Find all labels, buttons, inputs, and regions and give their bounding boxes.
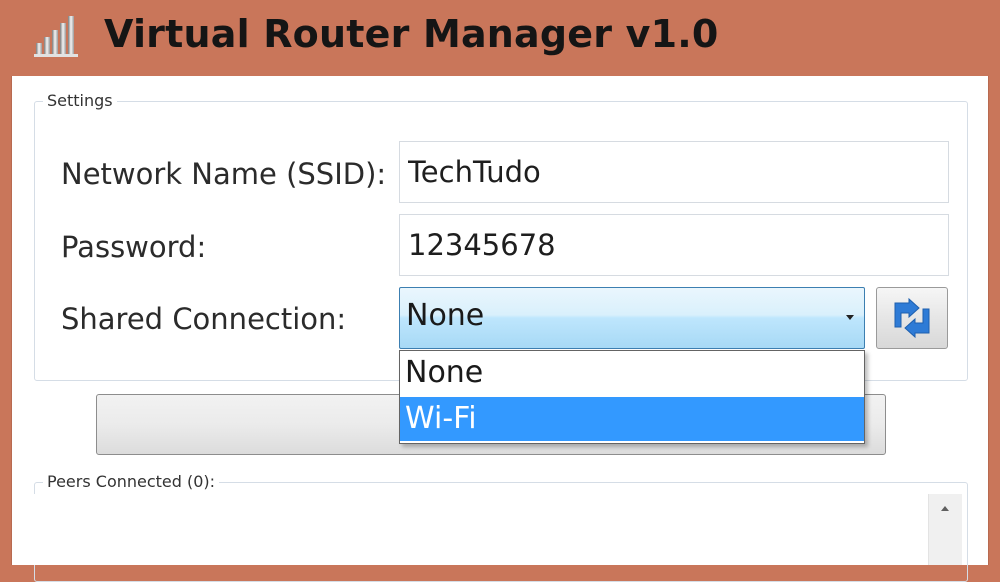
ssid-label: Network Name (SSID):: [61, 157, 387, 191]
refresh-connections-button[interactable]: [876, 287, 948, 349]
shared-connection-label: Shared Connection:: [61, 302, 347, 336]
scroll-up-icon[interactable]: [941, 506, 949, 511]
shared-connection-dropdown: None Wi-Fi: [399, 350, 865, 444]
peers-list[interactable]: [34, 494, 934, 565]
title-bar: Virtual Router Manager v1.0: [0, 0, 1000, 76]
dropdown-option-none[interactable]: None: [400, 351, 864, 395]
settings-group-label: Settings: [43, 91, 117, 110]
signal-bars-icon: [34, 16, 78, 57]
main-window-client: Settings Network Name (SSID): Password: …: [11, 76, 989, 582]
dropdown-option-wifi[interactable]: Wi-Fi: [400, 397, 864, 441]
peers-scrollbar[interactable]: [928, 494, 962, 565]
refresh-arrows-icon: [894, 297, 930, 339]
password-label: Password:: [61, 230, 207, 264]
peers-group-label: Peers Connected (0):: [43, 472, 220, 491]
window-title: Virtual Router Manager v1.0: [104, 12, 719, 56]
shared-connection-value: None: [406, 298, 485, 333]
password-input[interactable]: [399, 214, 949, 276]
chevron-down-icon: [846, 315, 854, 320]
shared-connection-select[interactable]: None: [399, 287, 865, 349]
ssid-input[interactable]: [399, 141, 949, 203]
